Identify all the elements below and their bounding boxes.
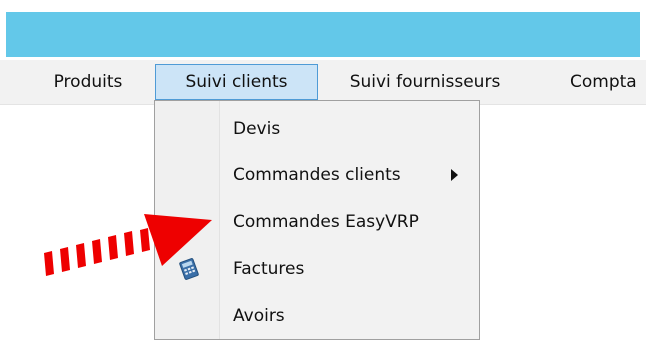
- menu-suivi-clients[interactable]: Suivi clients: [155, 64, 318, 100]
- annotation-arrow: [44, 214, 212, 276]
- dropdown-item-devis-label: Devis: [233, 119, 281, 139]
- title-strip: [6, 12, 640, 57]
- menu-suivi-fournisseurs[interactable]: Suivi fournisseurs: [330, 64, 520, 100]
- dropdown-item-devis[interactable]: Devis: [155, 107, 479, 151]
- menu-suivi-clients-label: Suivi clients: [185, 72, 288, 92]
- dropdown-item-factures-label: Factures: [233, 259, 305, 279]
- menu-compta[interactable]: Compta: [560, 64, 646, 100]
- dropdown-item-avoirs-label: Avoirs: [233, 306, 285, 326]
- menu-produits-label: Produits: [53, 72, 123, 92]
- dropdown-item-commandes-clients[interactable]: Commandes clients: [155, 153, 479, 197]
- menu-compta-label: Compta: [570, 72, 637, 92]
- menu-suivi-fournisseurs-label: Suivi fournisseurs: [349, 72, 501, 92]
- title-bar: [0, 0, 646, 60]
- dropdown-item-commandes-easyvrp-label: Commandes EasyVRP: [233, 212, 419, 232]
- dropdown-item-avoirs[interactable]: Avoirs: [155, 294, 479, 338]
- menu-produits[interactable]: Produits: [38, 64, 138, 100]
- submenu-arrow-icon: [451, 169, 458, 181]
- dropdown-item-commandes-clients-label: Commandes clients: [233, 165, 401, 185]
